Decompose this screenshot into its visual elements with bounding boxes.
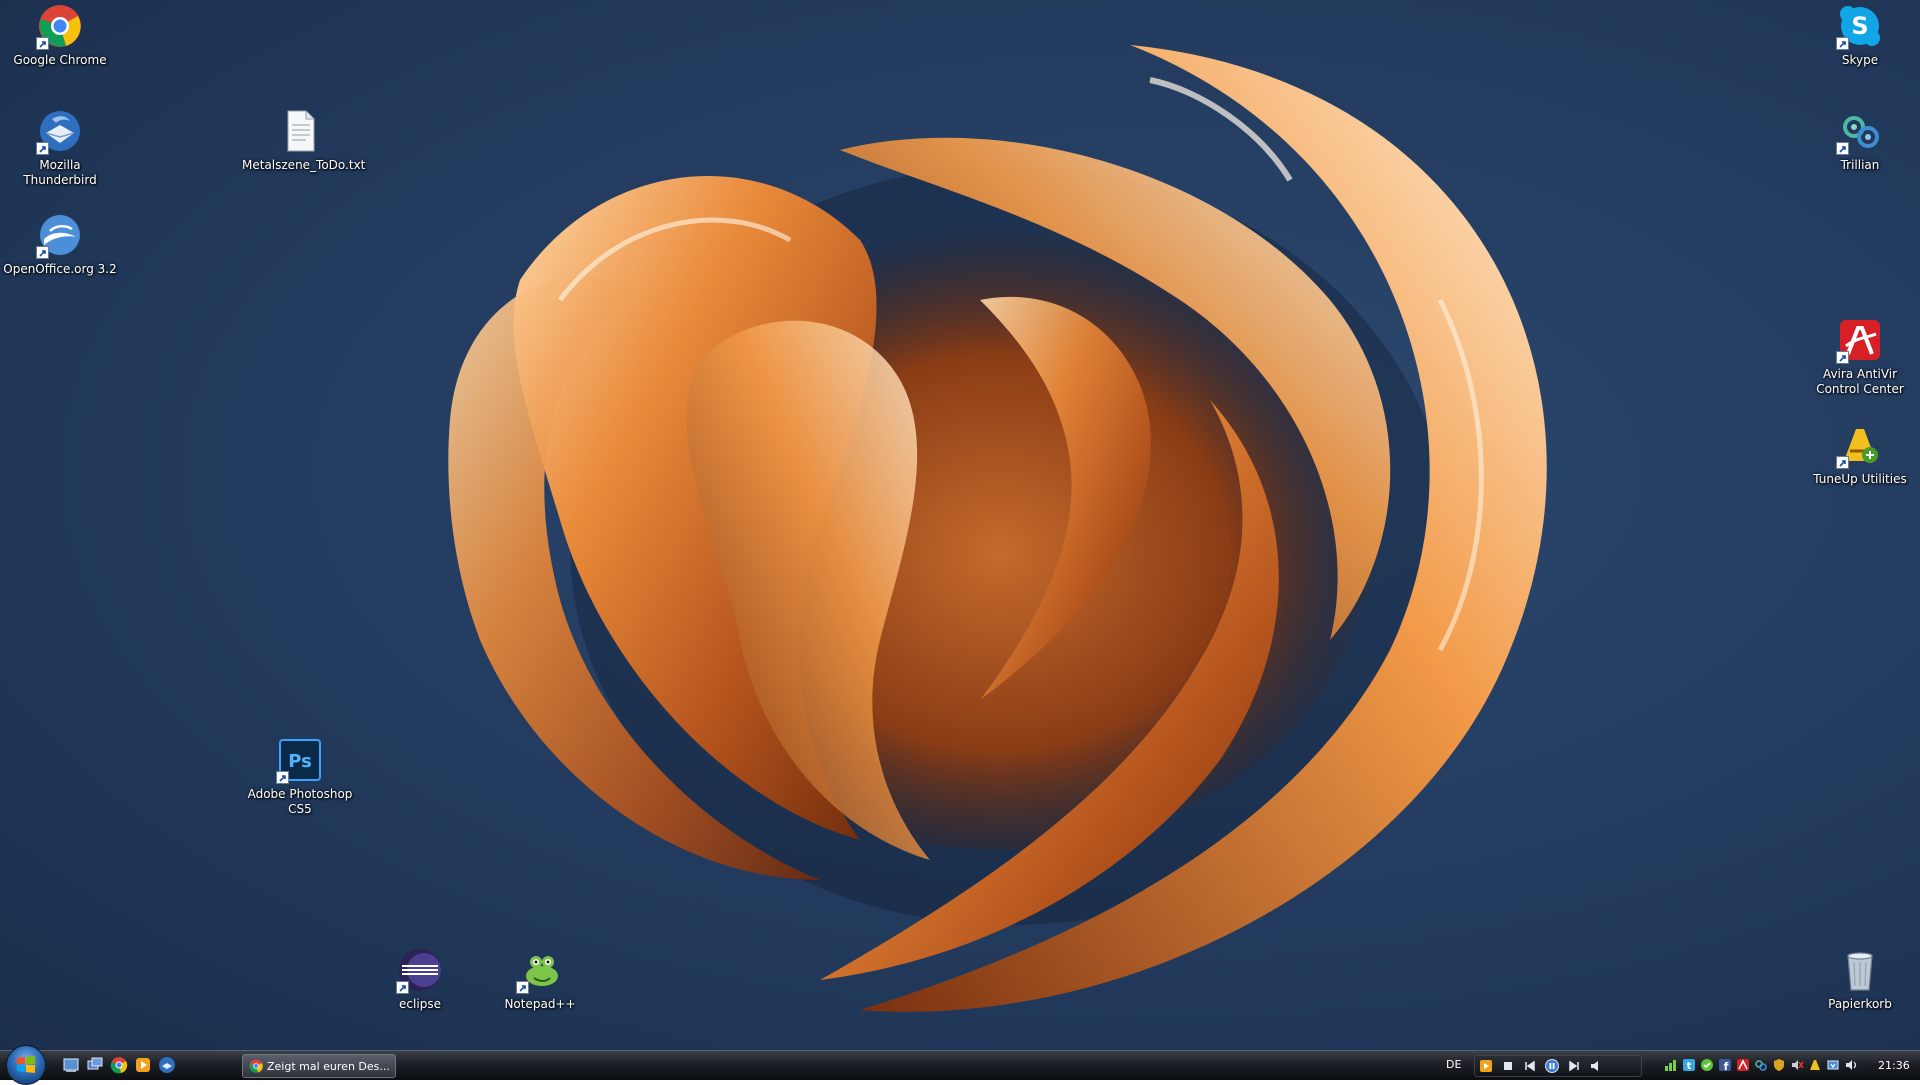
twitter-icon[interactable]: t xyxy=(1682,1057,1696,1073)
next-icon[interactable] xyxy=(1567,1059,1581,1073)
stop-icon[interactable] xyxy=(1501,1059,1515,1073)
pause-icon[interactable] xyxy=(1545,1059,1559,1073)
desktop[interactable]: Google Chrome Mozilla Thunderbird OpenOf… xyxy=(0,0,1920,1050)
security-icon[interactable] xyxy=(1772,1057,1786,1073)
system-tray: t f xyxy=(1664,1057,1858,1073)
taskbar-window-button[interactable]: Zeigt mal euren Des... xyxy=(242,1054,396,1078)
desktop-icon-avira[interactable]: Avira AntiVir Control Center xyxy=(1802,316,1918,397)
chrome-icon xyxy=(249,1059,263,1073)
avira-icon xyxy=(1836,316,1884,364)
trillian-icon[interactable] xyxy=(1754,1057,1768,1073)
desktop-icon-label: TuneUp Utilities xyxy=(1813,472,1907,486)
chrome-icon xyxy=(36,2,84,50)
show-desktop-icon[interactable] xyxy=(62,1056,80,1074)
svg-text:S: S xyxy=(1851,12,1868,40)
media-player-toolbar xyxy=(1474,1055,1642,1077)
text-file-icon xyxy=(276,107,324,155)
desktop-icon-label: Notepad++ xyxy=(504,997,576,1011)
avira-icon[interactable] xyxy=(1736,1057,1750,1073)
tuneup-icon[interactable] xyxy=(1808,1057,1822,1073)
desktop-icon-label: OpenOffice.org 3.2 xyxy=(3,262,117,276)
desktop-icon-label: Trillian xyxy=(1840,158,1880,172)
desktop-icon-trillian[interactable]: Trillian xyxy=(1802,107,1918,173)
notepadpp-icon xyxy=(516,946,564,994)
desktop-icon-notepadpp[interactable]: Notepad++ xyxy=(482,946,598,1012)
switch-windows-icon[interactable] xyxy=(86,1056,104,1074)
trillian-icon xyxy=(1836,107,1884,155)
desktop-icon-tuneup[interactable]: TuneUp Utilities xyxy=(1802,421,1918,487)
speaker-muted-icon[interactable] xyxy=(1790,1057,1804,1073)
svg-text:t: t xyxy=(1687,1061,1692,1072)
tuneup-icon xyxy=(1836,421,1884,469)
eclipse-icon xyxy=(396,946,444,994)
taskbar: Zeigt mal euren Des... DE t f 21:36 xyxy=(0,1045,1920,1085)
svg-text:f: f xyxy=(1724,1060,1729,1072)
windows-logo-icon xyxy=(17,1056,35,1073)
network-icon[interactable] xyxy=(1664,1057,1678,1073)
chrome-icon[interactable] xyxy=(110,1056,128,1074)
shortcut-arrow-icon xyxy=(36,142,49,155)
desktop-icon-recycle-bin[interactable]: Papierkorb xyxy=(1802,946,1918,1012)
desktop-icon-label: eclipse xyxy=(399,997,441,1011)
shortcut-arrow-icon xyxy=(36,246,49,259)
desktop-icon-label: Avira AntiVir Control Center xyxy=(1816,367,1904,396)
desktop-icon-openoffice[interactable]: OpenOffice.org 3.2 xyxy=(2,211,118,277)
shortcut-arrow-icon xyxy=(396,981,409,994)
shortcut-arrow-icon xyxy=(1836,37,1849,50)
safely-remove-icon[interactable] xyxy=(1826,1057,1840,1073)
desktop-icon-label: Skype xyxy=(1841,53,1879,67)
volume-icon[interactable] xyxy=(1844,1057,1858,1073)
desktop-icon-thunderbird[interactable]: Mozilla Thunderbird xyxy=(2,107,118,188)
quick-launch-bar xyxy=(62,1056,176,1074)
start-button[interactable] xyxy=(6,1045,46,1085)
openoffice-icon xyxy=(36,211,84,259)
shortcut-arrow-icon xyxy=(1836,351,1849,364)
desktop-icon-label: Adobe Photoshop CS5 xyxy=(247,787,353,816)
volume-icon[interactable] xyxy=(1589,1059,1603,1073)
svg-text:Ps: Ps xyxy=(288,751,312,772)
thunderbird-icon[interactable] xyxy=(158,1056,176,1074)
desktop-icon-label: Metalszene_ToDo.txt xyxy=(242,158,366,172)
language-indicator[interactable]: DE xyxy=(1446,1058,1461,1071)
taskbar-clock[interactable]: 21:36 xyxy=(1878,1059,1910,1072)
shortcut-arrow-icon xyxy=(276,771,289,784)
desktop-icon-todo-txt[interactable]: Metalszene_ToDo.txt xyxy=(242,107,366,173)
thunderbird-icon xyxy=(36,107,84,155)
shortcut-arrow-icon xyxy=(1836,456,1849,469)
facebook-icon[interactable]: f xyxy=(1718,1057,1732,1073)
shortcut-arrow-icon xyxy=(516,981,529,994)
desktop-icon-photoshop[interactable]: Ps Adobe Photoshop CS5 xyxy=(242,736,358,817)
previous-icon[interactable] xyxy=(1523,1059,1537,1073)
skype-icon: S xyxy=(1836,2,1884,50)
chat-icon[interactable] xyxy=(1700,1057,1714,1073)
photoshop-icon: Ps xyxy=(276,736,324,784)
desktop-icon-label: Google Chrome xyxy=(13,53,107,67)
desktop-icon-label: Papierkorb xyxy=(1828,997,1892,1011)
shortcut-arrow-icon xyxy=(1836,142,1849,155)
desktop-icon-skype[interactable]: S Skype xyxy=(1802,2,1918,68)
recycle-bin-icon xyxy=(1836,946,1884,994)
desktop-icon-eclipse[interactable]: eclipse xyxy=(362,946,478,1012)
shortcut-arrow-icon xyxy=(36,37,49,50)
player-icon[interactable] xyxy=(1479,1059,1493,1073)
taskbar-window-title: Zeigt mal euren Des... xyxy=(267,1059,390,1073)
desktop-icon-label: Mozilla Thunderbird xyxy=(23,158,97,187)
media-player-icon[interactable] xyxy=(134,1056,152,1074)
desktop-icon-chrome[interactable]: Google Chrome xyxy=(2,2,118,68)
